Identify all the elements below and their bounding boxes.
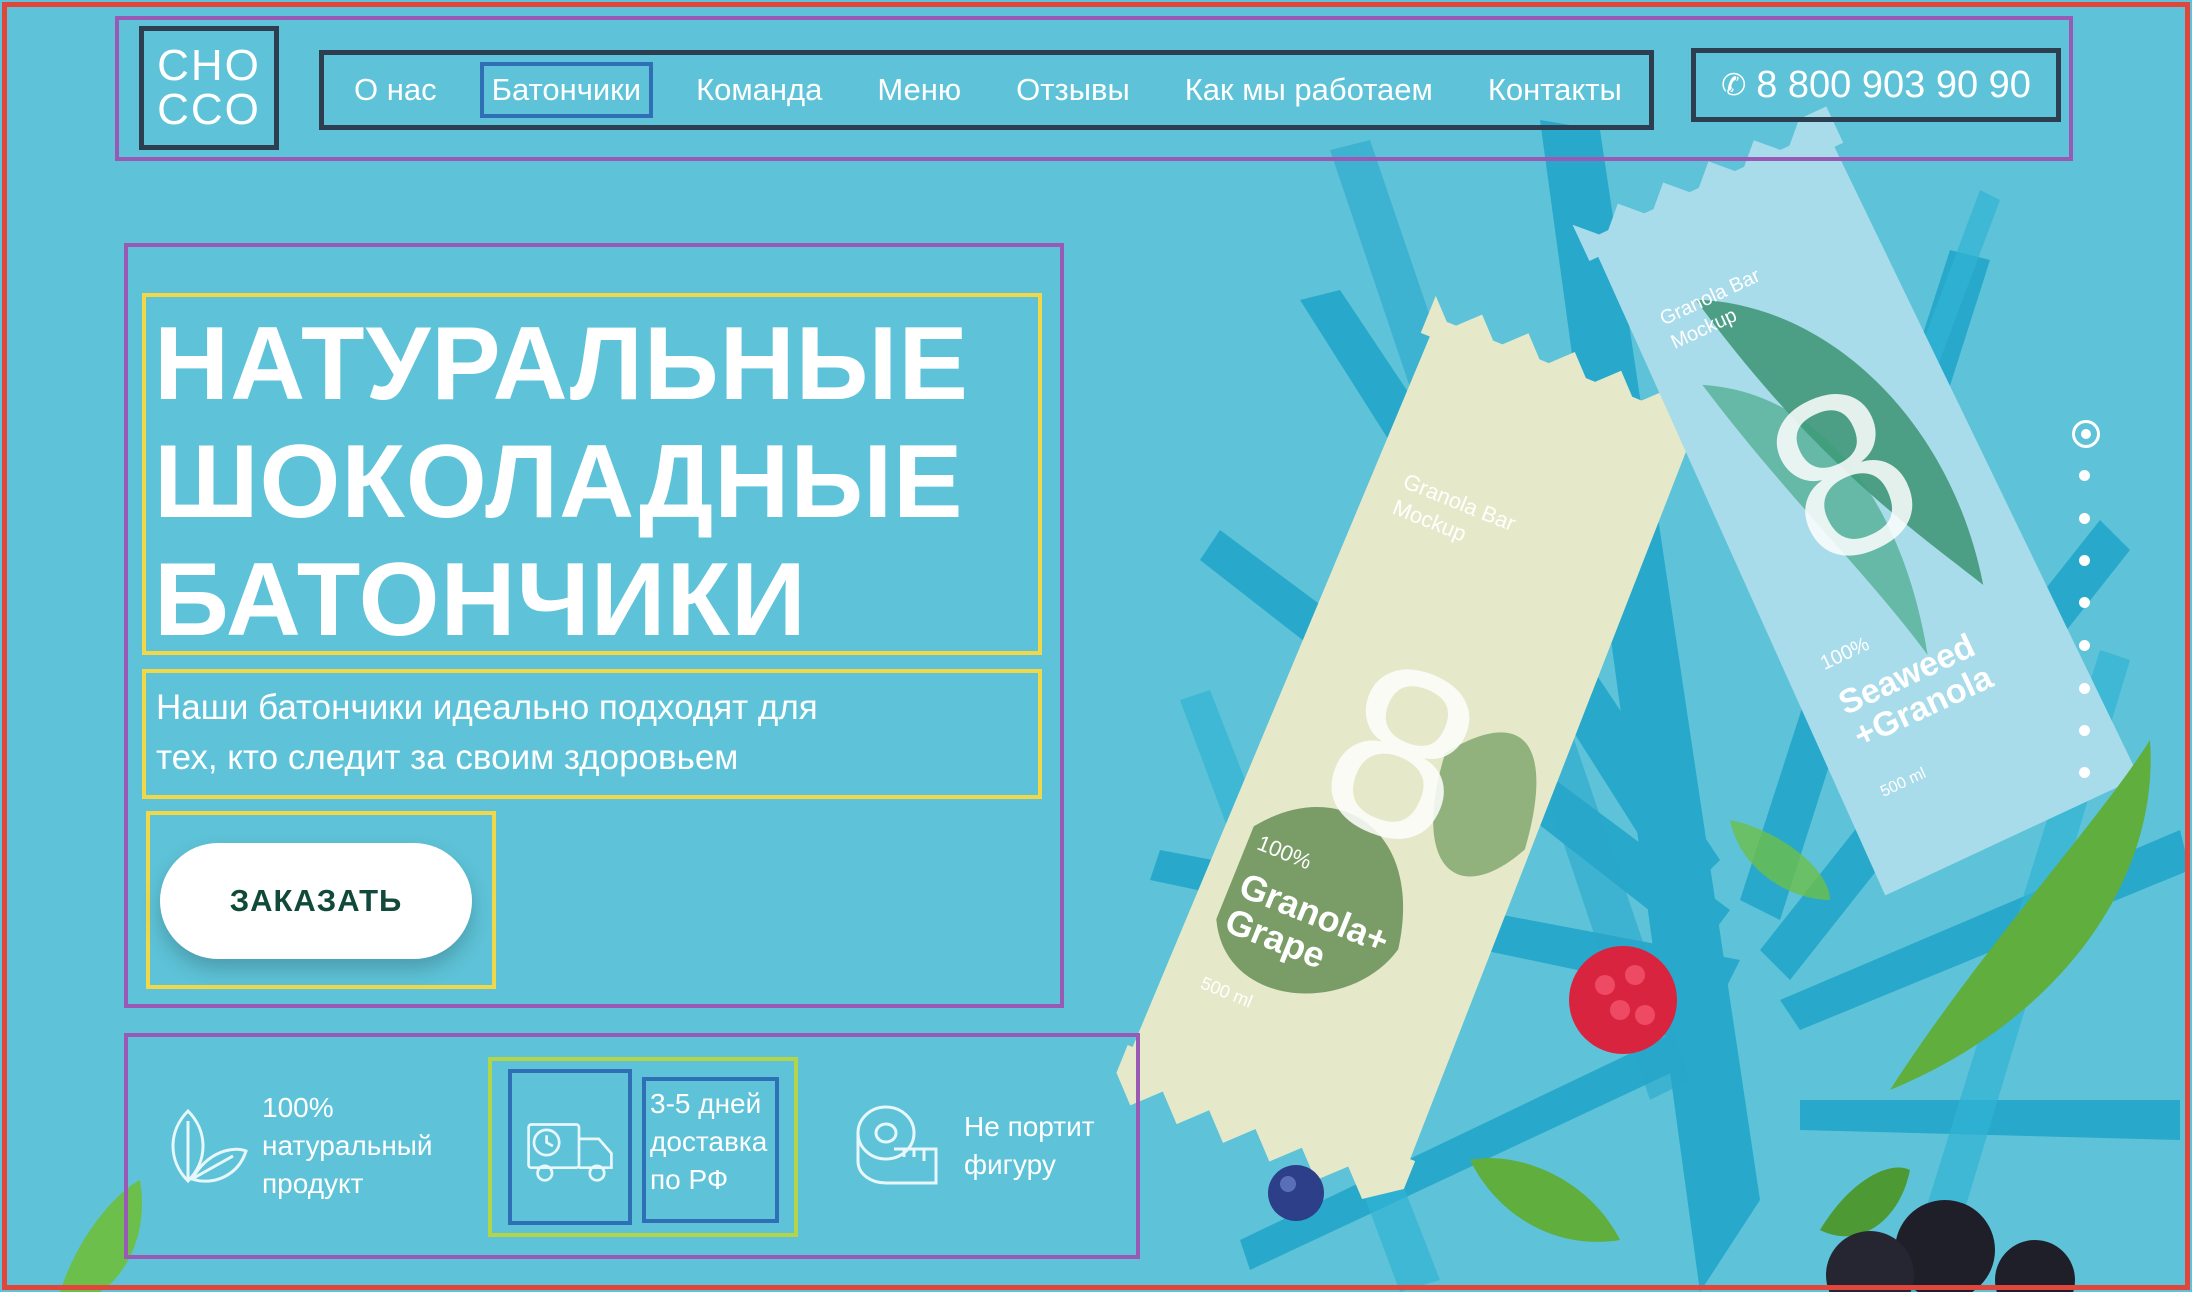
pager-dot-7[interactable] <box>2079 683 2090 694</box>
delivery-truck-icon <box>527 1123 613 1182</box>
slide-pager <box>2070 420 2100 790</box>
main-nav: О нас Батончики Команда Меню Отзывы Как … <box>319 50 1654 130</box>
logo-line-2: CCO <box>157 85 261 134</box>
feature-natural-text: 100% натуральный продукт <box>262 1089 462 1203</box>
pager-dot-4[interactable] <box>2079 555 2090 566</box>
nav-item-menu[interactable]: Меню <box>877 72 961 108</box>
raspberry <box>1569 946 1677 1054</box>
feature-delivery-text: 3-5 дней доставка по РФ <box>642 1077 779 1223</box>
nav-item-reviews[interactable]: Отзывы <box>1016 72 1130 108</box>
order-button[interactable]: ЗАКАЗАТЬ <box>160 843 472 959</box>
pager-dot-3[interactable] <box>2079 513 2090 524</box>
hero-title-line-2: ШОКОЛАДНЫЕ <box>154 424 964 540</box>
hero-title-line-3: БАТОНЧИКИ <box>154 542 807 658</box>
pager-dot-9[interactable] <box>2079 767 2090 778</box>
hero-section: НАТУРАЛЬНЫЕ ШОКОЛАДНЫЕ БАТОНЧИКИ Наши ба… <box>124 243 1064 1008</box>
hero-subtitle-line-1: Наши батончики идеально подходят для <box>156 688 818 727</box>
feature-delivery-line-3: по РФ <box>650 1164 729 1195</box>
phone-number: 8 800 903 90 90 <box>1756 63 2031 106</box>
blueberry <box>1268 1165 1324 1221</box>
measuring-tape-icon <box>856 1105 938 1185</box>
nav-item-about[interactable]: О нас <box>354 72 437 108</box>
feature-delivery-line-1: 3-5 дней <box>650 1088 762 1119</box>
phone-link[interactable]: ✆ 8 800 903 90 90 <box>1691 48 2061 122</box>
phone-icon: ✆ <box>1721 68 1747 102</box>
feature-natural-line-1: 100% <box>262 1092 334 1123</box>
leaf-icon <box>171 1108 248 1184</box>
feature-figure-text: Не портит фигуру <box>964 1108 1114 1184</box>
hero-title: НАТУРАЛЬНЫЕ ШОКОЛАДНЫЕ БАТОНЧИКИ <box>142 293 1042 658</box>
features-section: 100% натуральный продукт 3-5 дней достав… <box>124 1033 1140 1259</box>
hero-title-line-1: НАТУРАЛЬНЫЕ <box>154 306 969 422</box>
logo[interactable]: CHO CCO <box>139 26 279 150</box>
pager-dot-1[interactable] <box>2072 420 2100 448</box>
pager-dot-8[interactable] <box>2079 725 2090 736</box>
nav-item-team[interactable]: Команда <box>696 72 822 108</box>
pager-dot-5[interactable] <box>2079 597 2090 608</box>
feature-natural-line-3: продукт <box>262 1168 364 1199</box>
feature-figure-line-1: Не портит <box>964 1111 1095 1142</box>
nav-item-contacts[interactable]: Контакты <box>1488 72 1622 108</box>
logo-line-1: CHO <box>157 41 261 90</box>
site-header: CHO CCO О нас Батончики Команда Меню Отз… <box>115 16 2073 161</box>
nav-item-bars[interactable]: Батончики <box>479 62 654 118</box>
feature-figure-line-2: фигуру <box>964 1149 1056 1180</box>
order-button-wrapper: ЗАКАЗАТЬ <box>146 811 496 989</box>
pager-dot-2[interactable] <box>2079 470 2090 481</box>
nav-item-how-we-work[interactable]: Как мы работаем <box>1185 72 1433 108</box>
feature-delivery-icon-box <box>508 1069 632 1225</box>
hero-subtitle: Наши батончики идеально подходят для тех… <box>142 669 1042 799</box>
feature-figure: Не портит фигуру <box>854 1037 1114 1255</box>
feature-natural-line-2: натуральный <box>262 1130 433 1161</box>
feature-delivery-line-2: доставка <box>650 1126 768 1157</box>
pager-dot-6[interactable] <box>2079 640 2090 651</box>
hero-subtitle-line-2: тех, кто следит за своим здоровьем <box>156 738 739 777</box>
feature-delivery: 3-5 дней доставка по РФ <box>488 1057 798 1237</box>
feature-natural: 100% натуральный продукт <box>158 1037 462 1255</box>
